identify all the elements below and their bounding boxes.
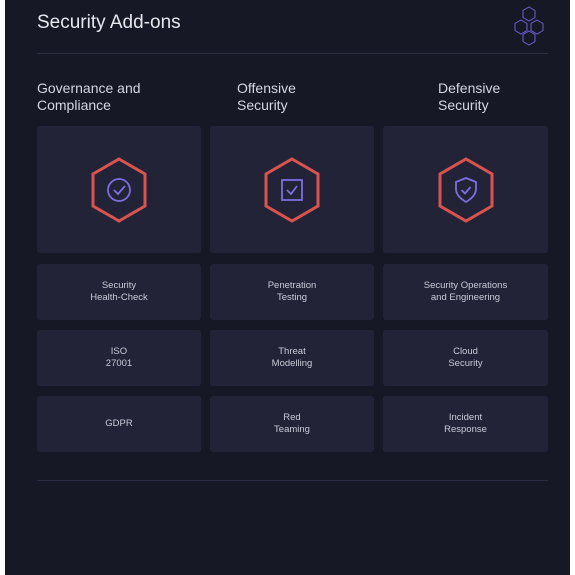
addon-label: GDPR bbox=[105, 418, 133, 429]
addon-label: ISO 27001 bbox=[105, 346, 133, 369]
addon-cloud-security[interactable]: Cloud Security bbox=[383, 330, 548, 386]
addon-incident-response[interactable]: Incident Response bbox=[383, 396, 548, 452]
footer-divider bbox=[37, 480, 548, 481]
addon-label: Incident Response bbox=[444, 412, 487, 435]
hex-cluster-logo-icon bbox=[514, 6, 544, 46]
addon-label: Security Operations and Engineering bbox=[423, 280, 508, 303]
check-square-icon bbox=[264, 156, 320, 223]
addon-security-health-check[interactable]: Security Health-Check bbox=[37, 264, 201, 320]
header-divider bbox=[37, 53, 548, 54]
shield-check-icon bbox=[438, 156, 493, 223]
column-heading-offensive: Offensive Security bbox=[237, 80, 296, 113]
addon-red-teaming[interactable]: Red Teaming bbox=[210, 396, 374, 452]
check-circle-icon bbox=[91, 156, 147, 223]
security-addons-panel: Security Add-ons Governance and Complian… bbox=[5, 0, 570, 575]
column-heading-governance: Governance and Compliance bbox=[37, 80, 141, 113]
addon-label: Red Teaming bbox=[274, 412, 310, 435]
addon-label: Penetration Testing bbox=[267, 280, 317, 303]
governance-icon-card bbox=[37, 126, 201, 253]
addon-penetration-testing[interactable]: Penetration Testing bbox=[210, 264, 374, 320]
addon-iso-27001[interactable]: ISO 27001 bbox=[37, 330, 201, 386]
addon-security-operations[interactable]: Security Operations and Engineering bbox=[383, 264, 548, 320]
offensive-icon-card bbox=[210, 126, 374, 253]
addon-label: Cloud Security bbox=[448, 346, 483, 369]
addon-gdpr[interactable]: GDPR bbox=[37, 396, 201, 452]
addon-label: Threat Modelling bbox=[271, 346, 313, 369]
addon-threat-modelling[interactable]: Threat Modelling bbox=[210, 330, 374, 386]
defensive-icon-card bbox=[383, 126, 548, 253]
page-title: Security Add-ons bbox=[37, 12, 181, 33]
addon-label: Security Health-Check bbox=[90, 280, 148, 303]
column-heading-defensive: Defensive Security bbox=[438, 80, 501, 113]
